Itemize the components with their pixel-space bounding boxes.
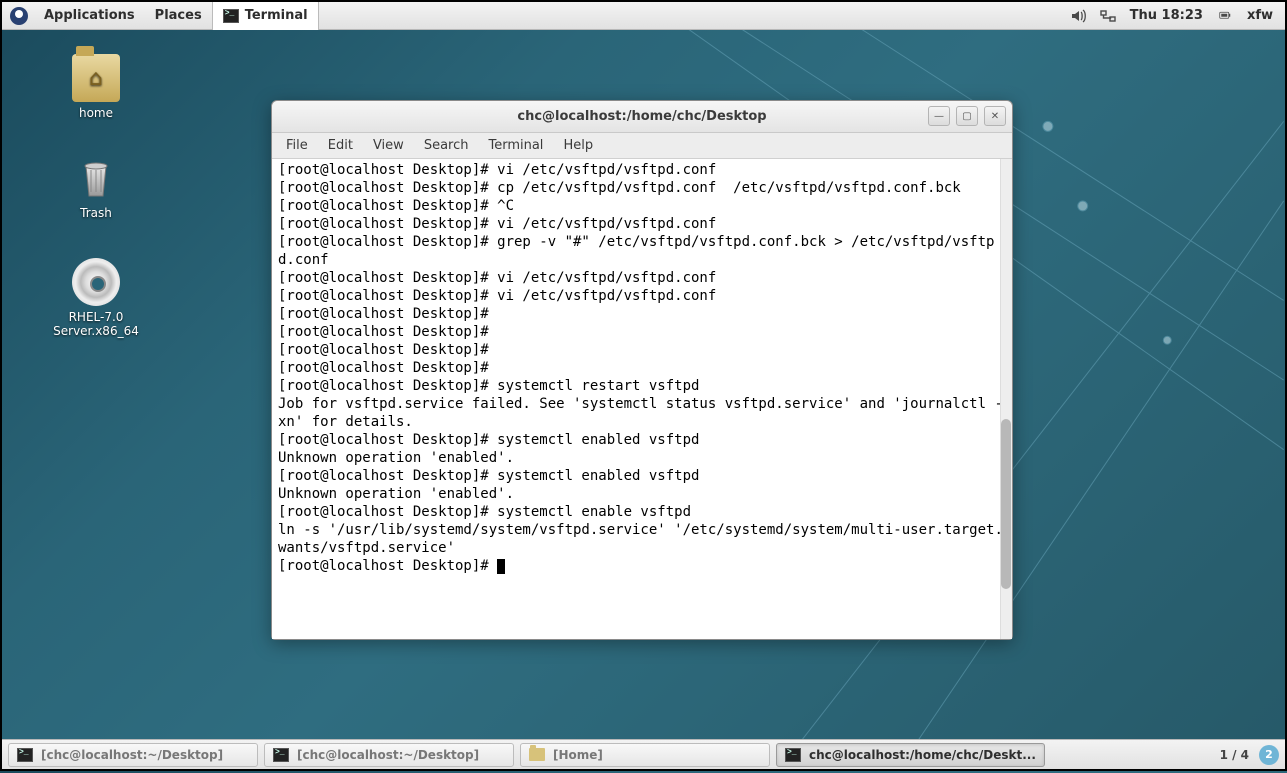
- terminal-line: Unknown operation 'enabled'.: [278, 449, 1008, 467]
- terminal-line: [root@localhost Desktop]#: [278, 305, 1008, 323]
- trash-icon: [72, 154, 120, 202]
- maximize-button[interactable]: ▢: [956, 106, 978, 126]
- workspace-indicator[interactable]: 1 / 4: [1220, 748, 1249, 762]
- applications-menu[interactable]: Applications: [34, 2, 145, 30]
- menu-search[interactable]: Search: [416, 135, 477, 156]
- taskbar-button-label: [chc@localhost:~/Desktop]: [297, 748, 479, 762]
- terminal-line: [root@localhost Desktop]# systemctl rest…: [278, 377, 1008, 395]
- terminal-line: [root@localhost Desktop]# vi /etc/vsftpd…: [278, 161, 1008, 179]
- terminal-line: [root@localhost Desktop]# ^C: [278, 197, 1008, 215]
- minimize-button[interactable]: —: [928, 106, 950, 126]
- active-app-indicator[interactable]: Terminal: [212, 2, 319, 30]
- terminal-line: [root@localhost Desktop]# cp /etc/vsftpd…: [278, 179, 1008, 197]
- terminal-icon: [17, 748, 33, 762]
- terminal-line: [root@localhost Desktop]# systemctl enab…: [278, 431, 1008, 449]
- menu-file[interactable]: File: [278, 135, 316, 156]
- terminal-line: [root@localhost Desktop]#: [278, 557, 1008, 575]
- desktop-icon-home[interactable]: home: [36, 54, 156, 120]
- workspace-badge[interactable]: 2: [1259, 745, 1279, 765]
- top-panel: Applications Places Terminal Thu 18:23 x…: [2, 2, 1285, 30]
- taskbar-button-label: [Home]: [553, 748, 603, 762]
- volume-icon[interactable]: [1070, 8, 1086, 24]
- terminal-window: chc@localhost:/home/chc/Desktop — ▢ ✕ Fi…: [271, 100, 1013, 640]
- terminal-output[interactable]: [root@localhost Desktop]# vi /etc/vsftpd…: [272, 159, 1012, 639]
- window-title: chc@localhost:/home/chc/Desktop: [272, 109, 1012, 124]
- menu-help[interactable]: Help: [555, 135, 601, 156]
- folder-icon: [529, 748, 545, 761]
- clock[interactable]: Thu 18:23: [1130, 8, 1203, 23]
- desktop-icon-label: home: [36, 106, 156, 120]
- desktop-icon-label: Trash: [36, 206, 156, 220]
- menu-view[interactable]: View: [365, 135, 412, 156]
- folder-home-icon: [72, 54, 120, 102]
- close-button[interactable]: ✕: [984, 106, 1006, 126]
- desktop-icon-trash[interactable]: Trash: [36, 154, 156, 220]
- menu-terminal[interactable]: Terminal: [480, 135, 551, 156]
- taskbar-button[interactable]: [chc@localhost:~/Desktop]: [264, 743, 514, 767]
- battery-icon[interactable]: [1217, 8, 1233, 24]
- network-icon[interactable]: [1100, 8, 1116, 24]
- disc-icon: [72, 258, 120, 306]
- taskbar-button[interactable]: [Home]: [520, 743, 770, 767]
- taskbar-button-label: chc@localhost:/home/chc/Deskt...: [809, 748, 1036, 762]
- terminal-icon: [785, 748, 801, 762]
- terminal-line: ln -s '/usr/lib/systemd/system/vsftpd.se…: [278, 521, 1008, 557]
- terminal-line: Job for vsftpd.service failed. See 'syst…: [278, 395, 1008, 431]
- taskbar-button[interactable]: [chc@localhost:~/Desktop]: [8, 743, 258, 767]
- terminal-line: [root@localhost Desktop]# grep -v "#" /e…: [278, 233, 1008, 269]
- terminal-icon: [223, 9, 239, 23]
- terminal-cursor: [497, 559, 505, 574]
- scrollbar-thumb[interactable]: [1001, 419, 1011, 589]
- terminal-line: [root@localhost Desktop]#: [278, 341, 1008, 359]
- terminal-menubar: File Edit View Search Terminal Help: [272, 133, 1012, 159]
- desktop-icon-dvd[interactable]: RHEL-7.0 Server.x86_64: [30, 258, 162, 338]
- terminal-icon: [273, 748, 289, 762]
- distro-logo-icon: [10, 7, 28, 25]
- window-titlebar[interactable]: chc@localhost:/home/chc/Desktop — ▢ ✕: [272, 101, 1012, 133]
- desktop-icon-label: RHEL-7.0 Server.x86_64: [30, 310, 162, 338]
- terminal-line: [root@localhost Desktop]#: [278, 359, 1008, 377]
- places-menu[interactable]: Places: [145, 2, 212, 30]
- terminal-line: [root@localhost Desktop]# vi /etc/vsftpd…: [278, 287, 1008, 305]
- terminal-line: [root@localhost Desktop]# vi /etc/vsftpd…: [278, 215, 1008, 233]
- terminal-scrollbar[interactable]: [1000, 159, 1012, 639]
- terminal-line: Unknown operation 'enabled'.: [278, 485, 1008, 503]
- menu-edit[interactable]: Edit: [320, 135, 361, 156]
- active-app-label: Terminal: [245, 8, 308, 23]
- terminal-line: [root@localhost Desktop]# systemctl enab…: [278, 467, 1008, 485]
- taskbar-button-label: [chc@localhost:~/Desktop]: [41, 748, 223, 762]
- terminal-line: [root@localhost Desktop]#: [278, 323, 1008, 341]
- terminal-line: [root@localhost Desktop]# systemctl enab…: [278, 503, 1008, 521]
- taskbar-button[interactable]: chc@localhost:/home/chc/Deskt...: [776, 743, 1045, 767]
- user-menu[interactable]: xfw: [1247, 8, 1273, 23]
- bottom-panel: [chc@localhost:~/Desktop] [chc@localhost:…: [2, 739, 1285, 769]
- terminal-line: [root@localhost Desktop]# vi /etc/vsftpd…: [278, 269, 1008, 287]
